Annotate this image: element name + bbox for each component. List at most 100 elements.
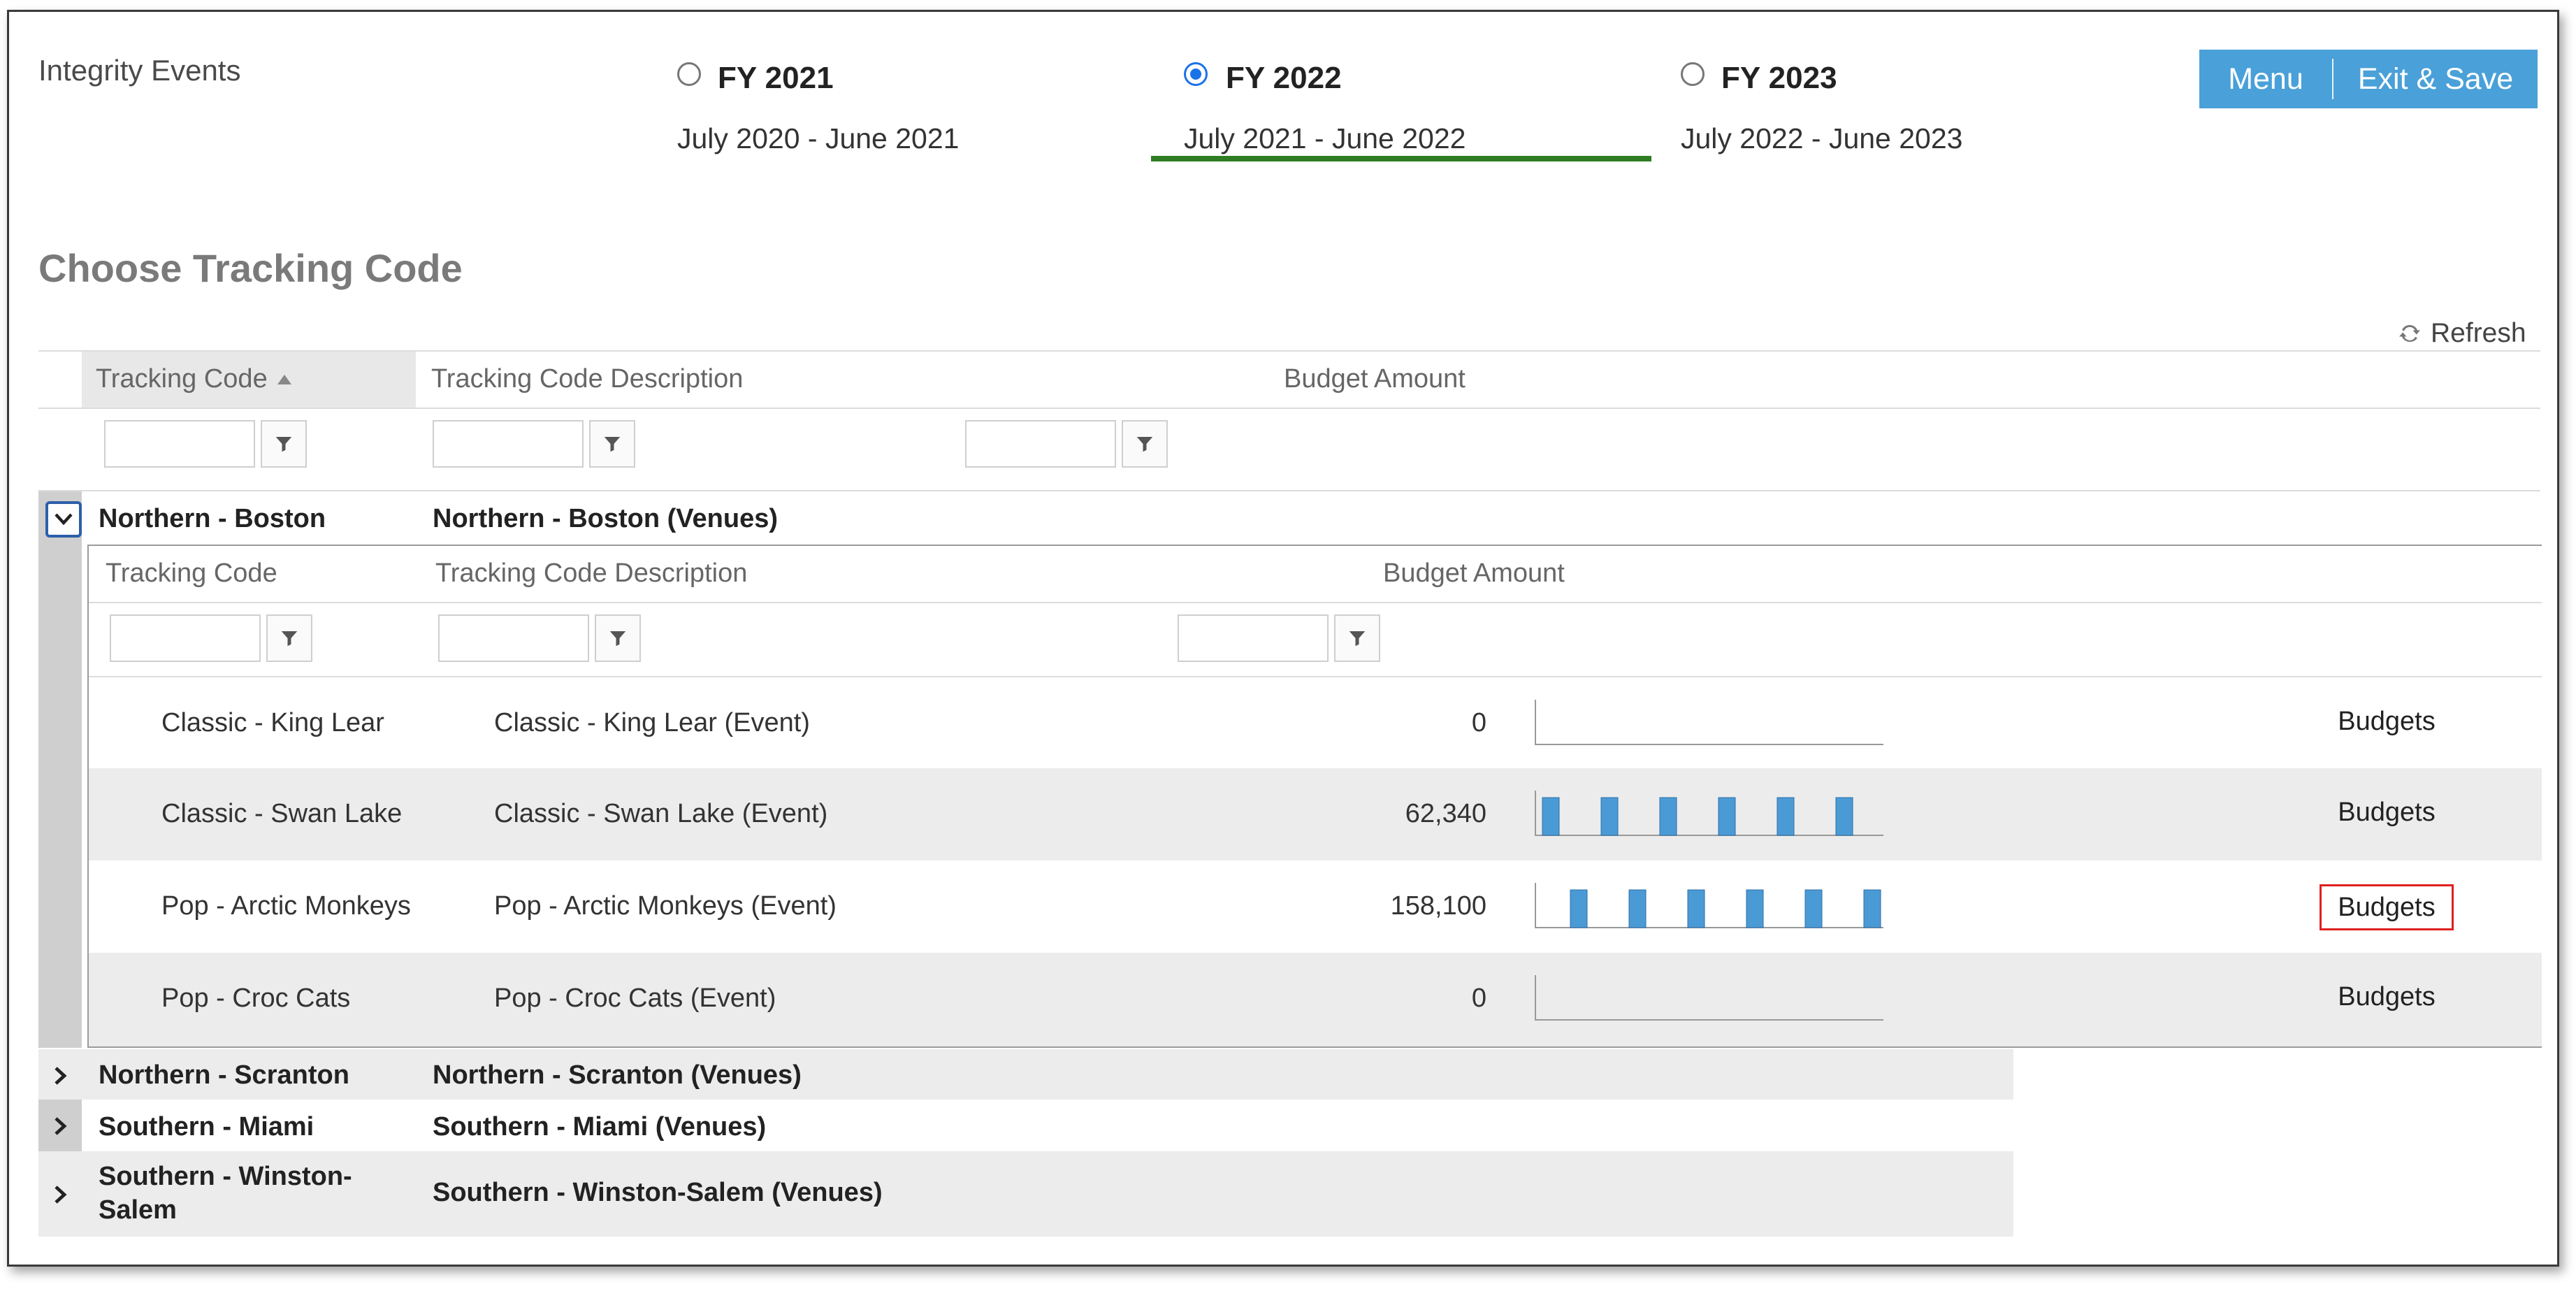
- filter-icon: [1347, 628, 1368, 649]
- header-button-group: Menu Exit & Save: [2199, 50, 2538, 108]
- row-code: Pop - Arctic Monkeys: [161, 891, 411, 921]
- fy-2022-range: July 2021 - June 2022: [1184, 122, 1466, 154]
- detail-col-header-description[interactable]: Tracking Code Description: [435, 559, 747, 589]
- sparkline-axis: [1535, 700, 1883, 745]
- row-description: Classic - Swan Lake (Event): [494, 799, 828, 828]
- budgets-link-highlighted[interactable]: Budgets: [2320, 884, 2454, 930]
- sparkline-bar: [1600, 797, 1619, 836]
- detail-filter-code-button[interactable]: [266, 614, 312, 662]
- row-sparkline: [1535, 975, 1883, 1021]
- group-miami-code: Southern - Miami: [99, 1112, 314, 1142]
- chevron-right-icon[interactable]: [47, 1181, 75, 1209]
- fy-2023-range: July 2022 - June 2023: [1681, 122, 1963, 154]
- selected-fy-indicator: [1151, 156, 1651, 161]
- group-boston-code: Northern - Boston: [99, 504, 326, 533]
- group-boston-toggle[interactable]: [45, 501, 82, 538]
- grid-header-border: [38, 408, 2540, 409]
- group-row-scranton[interactable]: Northern - Scranton Northern - Scranton …: [38, 1049, 2013, 1100]
- sparkline-bar: [1542, 797, 1560, 836]
- filter-icon: [279, 628, 300, 649]
- detail-col-header-code[interactable]: Tracking Code: [106, 559, 277, 589]
- row-budget: 0: [1471, 708, 1486, 737]
- col-header-tracking-code-label: Tracking Code: [96, 364, 268, 394]
- sparkline-bar: [1777, 797, 1795, 836]
- group-boston-description: Northern - Boston (Venues): [433, 504, 779, 533]
- row-sparkline: [1535, 791, 1883, 836]
- budgets-link[interactable]: Budgets: [2320, 978, 2454, 1020]
- detail-col-header-budget[interactable]: Budget Amount: [1383, 559, 1565, 589]
- group-winston-salem-code: Southern - Winston-Salem: [99, 1162, 352, 1225]
- sparkline-bar: [1570, 889, 1588, 928]
- col-header-tracking-code[interactable]: Tracking Code: [96, 364, 291, 394]
- filter-description-button[interactable]: [589, 420, 635, 468]
- table-row[interactable]: Classic - Swan Lake Classic - Swan Lake …: [89, 768, 2542, 860]
- row-budget: 158,100: [1390, 891, 1486, 921]
- sparkline-bar: [1746, 889, 1764, 928]
- detail-filter-description-button[interactable]: [595, 614, 641, 662]
- row-code: Classic - King Lear: [161, 708, 384, 737]
- app-window: Integrity Events FY 2021 July 2020 - Jun…: [7, 10, 2559, 1267]
- group-miami-description: Southern - Miami (Venues): [433, 1112, 767, 1142]
- chevron-right-icon[interactable]: [47, 1112, 75, 1140]
- detail-filter-code-input[interactable]: [110, 614, 261, 662]
- sparkline-bar: [1628, 889, 1647, 928]
- sparkline-bar: [1687, 889, 1705, 928]
- chevron-down-icon: [55, 513, 73, 526]
- group-gutter: [38, 491, 82, 1048]
- filter-icon: [607, 628, 628, 649]
- fy-2022-radio[interactable]: [1184, 62, 1208, 86]
- table-row[interactable]: Pop - Arctic Monkeys Pop - Arctic Monkey…: [89, 860, 2542, 953]
- table-row[interactable]: Pop - Croc Cats Pop - Croc Cats (Event) …: [89, 953, 2542, 1046]
- row-code: Pop - Croc Cats: [161, 984, 351, 1013]
- budgets-link[interactable]: Budgets: [2320, 703, 2454, 744]
- refresh-label: Refresh: [2431, 318, 2526, 348]
- sort-asc-icon: [277, 374, 291, 384]
- refresh-icon: [2397, 321, 2422, 346]
- filter-budget-button[interactable]: [1122, 420, 1168, 468]
- row-sparkline: [1535, 700, 1883, 745]
- fy-2022-label: FY 2022: [1226, 61, 1342, 95]
- group-winston-salem-description: Southern - Winston-Salem (Venues): [433, 1178, 883, 1207]
- filter-code-input[interactable]: [104, 420, 255, 468]
- fy-2023-label: FY 2023: [1721, 61, 1837, 95]
- sparkline-bar: [1659, 797, 1677, 836]
- row-budget: 0: [1471, 984, 1486, 1013]
- filter-code-button[interactable]: [261, 420, 307, 468]
- filter-row-border: [38, 490, 2540, 491]
- fy-2021-radio[interactable]: [677, 62, 701, 86]
- group-row-winston-salem[interactable]: Southern - Winston-Salem Southern - Wins…: [38, 1151, 2013, 1237]
- sparkline-bar: [1804, 889, 1823, 928]
- col-header-description[interactable]: Tracking Code Description: [431, 364, 743, 394]
- filter-budget-input[interactable]: [965, 420, 1116, 468]
- row-sparkline: [1535, 883, 1883, 928]
- detail-grid: Tracking Code Tracking Code Description …: [87, 545, 2542, 1048]
- fy-2023-radio[interactable]: [1681, 62, 1705, 86]
- detail-header-border: [89, 602, 2542, 603]
- menu-button[interactable]: Menu: [2199, 50, 2332, 108]
- sparkline-axis: [1535, 791, 1883, 836]
- detail-filter-budget-button[interactable]: [1334, 614, 1380, 662]
- budgets-link[interactable]: Budgets: [2320, 793, 2454, 835]
- detail-filter-budget-input[interactable]: [1178, 614, 1329, 662]
- page-title: Choose Tracking Code: [38, 246, 463, 290]
- filter-icon: [1134, 433, 1155, 454]
- sparkline-axis: [1535, 975, 1883, 1021]
- detail-filter-description-input[interactable]: [438, 614, 589, 662]
- sparkline-bar: [1835, 797, 1853, 836]
- group-scranton-description: Northern - Scranton (Venues): [433, 1060, 802, 1090]
- filter-icon: [602, 433, 623, 454]
- sparkline-bar: [1718, 797, 1736, 836]
- row-description: Pop - Arctic Monkeys (Event): [494, 891, 837, 921]
- fy-2021-range: July 2020 - June 2021: [677, 122, 960, 154]
- app-title: Integrity Events: [38, 54, 241, 87]
- button-separator: [2332, 59, 2333, 99]
- refresh-button[interactable]: Refresh: [2397, 318, 2526, 349]
- row-code: Classic - Swan Lake: [161, 799, 403, 828]
- exit-save-button[interactable]: Exit & Save: [2333, 50, 2538, 108]
- filter-description-input[interactable]: [433, 420, 584, 468]
- fy-2021-label: FY 2021: [718, 61, 834, 95]
- chevron-right-icon[interactable]: [47, 1062, 75, 1090]
- table-row[interactable]: Classic - King Lear Classic - King Lear …: [89, 677, 2542, 768]
- group-row-miami[interactable]: Southern - Miami Southern - Miami (Venue…: [38, 1100, 2013, 1151]
- col-header-budget[interactable]: Budget Amount: [1284, 364, 1466, 394]
